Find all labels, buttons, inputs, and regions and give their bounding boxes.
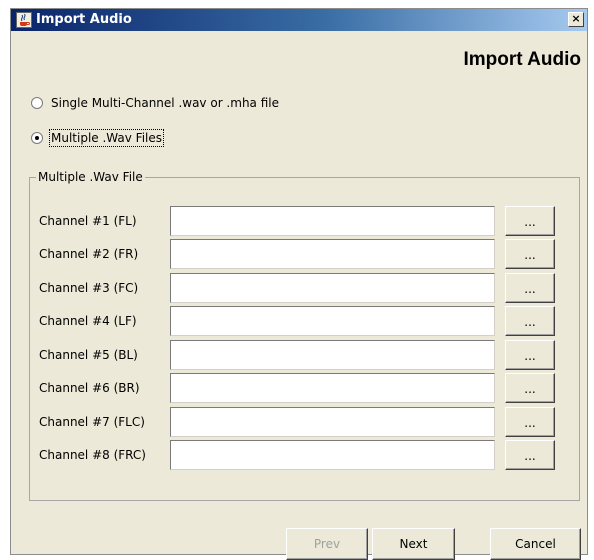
groupbox-title: Multiple .Wav File [36, 170, 145, 184]
channel-5-browse-button[interactable]: ... [505, 340, 555, 370]
channel-label: Channel #5 (BL) [39, 348, 138, 362]
import-audio-dialog: Import Audio × Import Audio Single Multi… [10, 8, 588, 560]
channel-label: Channel #7 (FLC) [39, 415, 145, 429]
prev-button[interactable]: Prev [286, 528, 368, 560]
channel-row: Channel #8 (FRC) ... [30, 440, 579, 470]
channel-row: Channel #4 (LF) ... [30, 306, 579, 336]
channel-row: Channel #2 (FR) ... [30, 239, 579, 269]
channel-2-browse-button[interactable]: ... [505, 239, 555, 269]
channel-7-browse-button[interactable]: ... [505, 407, 555, 437]
close-button[interactable]: × [568, 12, 584, 27]
option-single-file-label[interactable]: Single Multi-Channel .wav or .mha file [51, 96, 279, 110]
channel-8-path-field[interactable] [170, 440, 495, 470]
channel-3-browse-button[interactable]: ... [505, 273, 555, 303]
close-icon: × [571, 12, 581, 25]
channel-label: Channel #2 (FR) [39, 247, 139, 261]
page-heading: Import Audio [463, 49, 582, 70]
java-icon [16, 12, 32, 28]
channel-4-browse-button[interactable]: ... [505, 306, 555, 336]
channel-7-path-field[interactable] [170, 407, 495, 437]
channel-3-path-field[interactable] [170, 273, 495, 303]
channel-6-browse-button[interactable]: ... [505, 373, 555, 403]
channel-6-path-field[interactable] [170, 373, 495, 403]
channel-1-browse-button[interactable]: ... [505, 206, 555, 236]
channel-label: Channel #4 (LF) [39, 314, 137, 328]
next-button[interactable]: Next [372, 528, 455, 560]
channel-label: Channel #3 (FC) [39, 281, 139, 295]
channel-row: Channel #6 (BR) ... [30, 373, 579, 403]
channel-label: Channel #1 (FL) [39, 214, 137, 228]
channel-row: Channel #7 (FLC) ... [30, 407, 579, 437]
channel-2-path-field[interactable] [170, 239, 495, 269]
multiple-wav-groupbox: Multiple .Wav File Channel #1 (FL) ... C… [29, 170, 580, 501]
channel-5-path-field[interactable] [170, 340, 495, 370]
channel-label: Channel #6 (BR) [39, 381, 140, 395]
channel-1-path-field[interactable] [170, 206, 495, 236]
channel-row: Channel #5 (BL) ... [30, 340, 579, 370]
option-multiple-files-label[interactable]: Multiple .Wav Files [49, 129, 164, 147]
channel-4-path-field[interactable] [170, 306, 495, 336]
window-title: Import Audio [36, 12, 132, 27]
title-bar[interactable]: Import Audio × [11, 9, 587, 31]
channel-label: Channel #8 (FRC) [39, 448, 146, 462]
cancel-button[interactable]: Cancel [490, 528, 581, 560]
channel-8-browse-button[interactable]: ... [505, 440, 555, 470]
option-single-file[interactable]: Single Multi-Channel .wav or .mha file [31, 94, 279, 112]
radio-single-file[interactable] [31, 97, 43, 109]
channel-row: Channel #3 (FC) ... [30, 273, 579, 303]
channel-row: Channel #1 (FL) ... [30, 206, 579, 236]
option-multiple-files[interactable]: Multiple .Wav Files [31, 129, 164, 147]
radio-multiple-files[interactable] [31, 132, 43, 144]
